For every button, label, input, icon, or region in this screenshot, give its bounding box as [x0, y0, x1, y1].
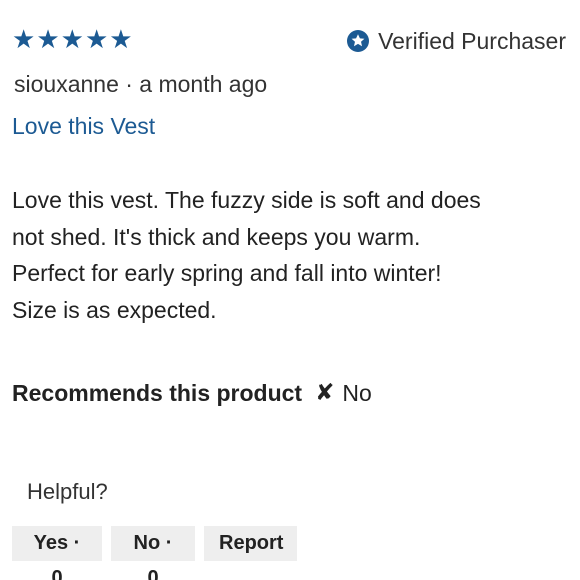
review-body-line: not shed. It's thick and keeps you warm.	[12, 223, 421, 250]
recommendation-label: Recommends this product	[12, 380, 303, 406]
star-icon: ★	[60, 25, 84, 55]
verified-purchaser-badge: Verified Purchaser	[347, 28, 566, 54]
review-body-line: Perfect for early spring and fall into w…	[12, 260, 442, 286]
star-icon: ★	[12, 25, 36, 55]
feedback-buttons: Yes · 0 No · 0 Report	[12, 526, 297, 580]
star-badge-icon	[347, 30, 370, 52]
review-body: Love this vest. The fuzzy side is soft a…	[12, 182, 568, 328]
helpful-yes-button[interactable]: Yes · 0	[12, 526, 102, 580]
review-title: Love this Vest	[12, 113, 156, 139]
review-body-line: Size is as expected.	[12, 296, 217, 323]
recommendation-answer: No	[342, 380, 372, 406]
helpful-no-button[interactable]: No · 0	[111, 526, 195, 580]
star-icon: ★	[84, 25, 109, 55]
verified-purchaser-label: Verified Purchaser	[378, 28, 566, 54]
x-mark-icon: ✘	[315, 380, 335, 406]
star-icon: ★	[109, 25, 133, 55]
star-rating: ★ ★ ★ ★ ★	[12, 26, 133, 54]
report-button[interactable]: Report	[204, 526, 297, 561]
recommendation-row: Recommends this product ✘ No	[12, 378, 372, 408]
helpful-prompt: Helpful?	[27, 479, 108, 504]
review-body-line: Love this vest. The fuzzy side is soft a…	[12, 187, 481, 213]
review-meta: siouxanne · a month ago	[14, 71, 268, 97]
star-icon: ★	[36, 25, 60, 55]
